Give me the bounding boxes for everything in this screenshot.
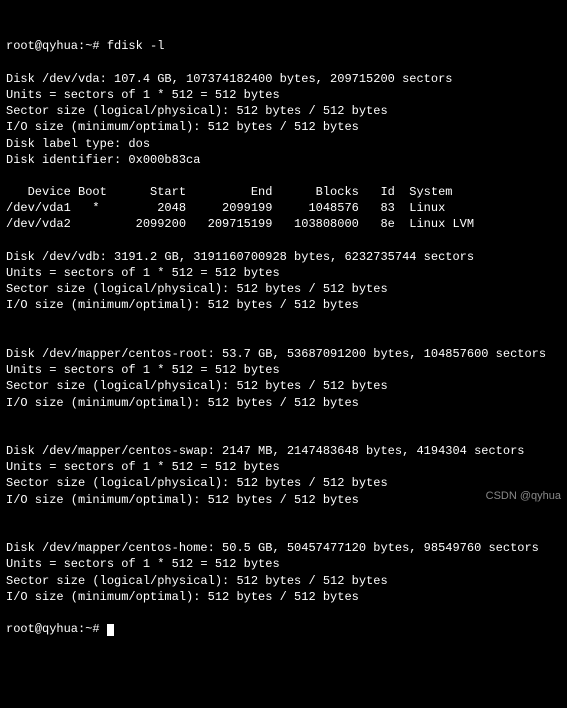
disk-swap-io: I/O size (minimum/optimal): 512 bytes / … — [6, 493, 359, 507]
disk-vda-header: Disk /dev/vda: 107.4 GB, 107374182400 by… — [6, 72, 452, 86]
disk-home-io: I/O size (minimum/optimal): 512 bytes / … — [6, 590, 359, 604]
disk-swap-sector: Sector size (logical/physical): 512 byte… — [6, 476, 388, 490]
disk-vda-io: I/O size (minimum/optimal): 512 bytes / … — [6, 120, 359, 134]
disk-home-sector: Sector size (logical/physical): 512 byte… — [6, 574, 388, 588]
disk-vda-sector: Sector size (logical/physical): 512 byte… — [6, 104, 388, 118]
disk-vdb-sector: Sector size (logical/physical): 512 byte… — [6, 282, 388, 296]
watermark: CSDN @qyhua — [486, 489, 561, 504]
disk-vda-label: Disk label type: dos — [6, 137, 150, 151]
disk-root-units: Units = sectors of 1 * 512 = 512 bytes — [6, 363, 280, 377]
disk-vda-ident: Disk identifier: 0x000b83ca — [6, 153, 200, 167]
partition-row: /dev/vda1 * 2048 2099199 1048576 83 Linu… — [6, 201, 445, 215]
disk-swap-units: Units = sectors of 1 * 512 = 512 bytes — [6, 460, 280, 474]
disk-root-sector: Sector size (logical/physical): 512 byte… — [6, 379, 388, 393]
disk-vdb-io: I/O size (minimum/optimal): 512 bytes / … — [6, 298, 359, 312]
disk-home-units: Units = sectors of 1 * 512 = 512 bytes — [6, 557, 280, 571]
disk-vdb-header: Disk /dev/vdb: 3191.2 GB, 3191160700928 … — [6, 250, 474, 264]
disk-home-header: Disk /dev/mapper/centos-home: 50.5 GB, 5… — [6, 541, 539, 555]
disk-vda-units: Units = sectors of 1 * 512 = 512 bytes — [6, 88, 280, 102]
partition-header: Device Boot Start End Blocks Id System — [6, 185, 452, 199]
disk-swap-header: Disk /dev/mapper/centos-swap: 2147 MB, 2… — [6, 444, 524, 458]
disk-root-io: I/O size (minimum/optimal): 512 bytes / … — [6, 396, 359, 410]
terminal-output: root@qyhua:~# fdisk -l Disk /dev/vda: 10… — [6, 38, 561, 637]
cursor-icon — [107, 624, 114, 636]
prompt-line[interactable]: root@qyhua:~# fdisk -l — [6, 39, 164, 53]
disk-vdb-units: Units = sectors of 1 * 512 = 512 bytes — [6, 266, 280, 280]
partition-row: /dev/vda2 2099200 209715199 103808000 8e… — [6, 217, 474, 231]
disk-root-header: Disk /dev/mapper/centos-root: 53.7 GB, 5… — [6, 347, 546, 361]
prompt-line[interactable]: root@qyhua:~# — [6, 622, 107, 636]
